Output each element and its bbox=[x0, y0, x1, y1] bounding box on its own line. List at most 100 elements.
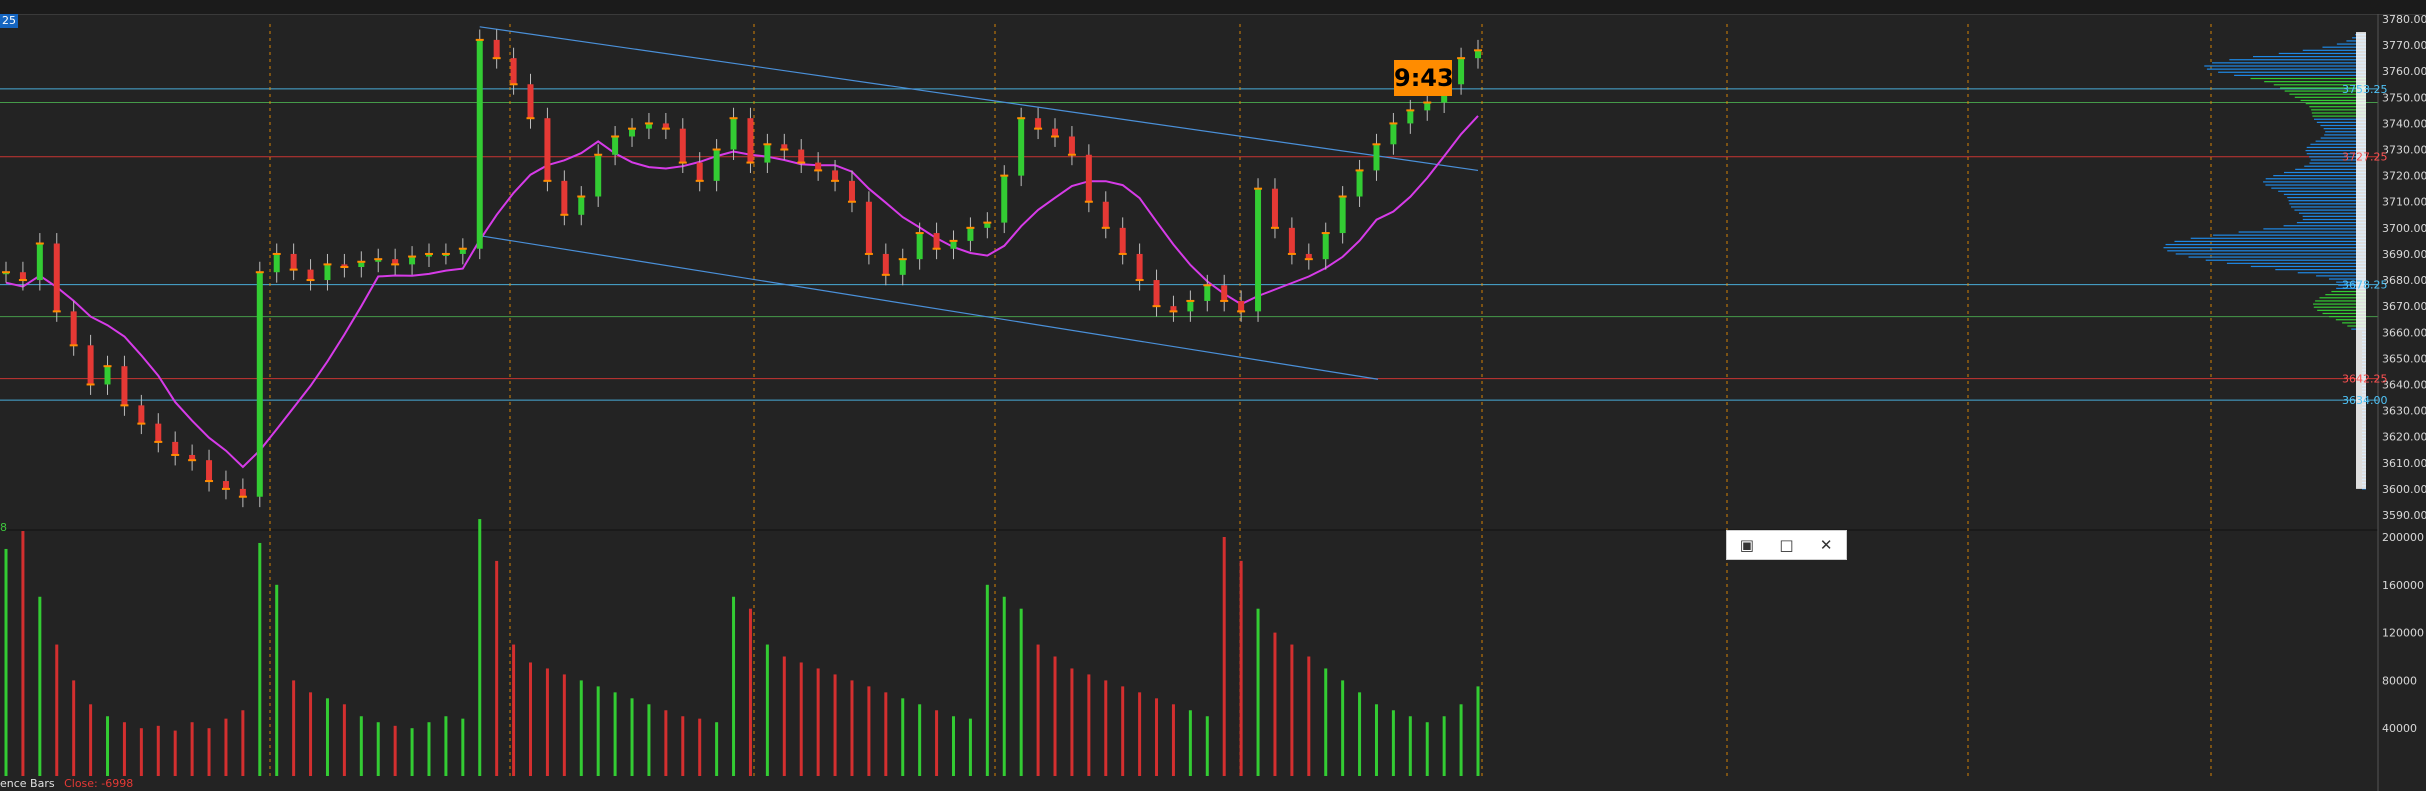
volume-bar bbox=[1425, 722, 1429, 776]
candle-close-tick bbox=[1355, 169, 1364, 172]
maximize-icon[interactable]: □ bbox=[1771, 536, 1801, 554]
price-tick-label: 3720.00 bbox=[2382, 170, 2426, 183]
candle-body bbox=[476, 39, 483, 249]
candle-body bbox=[1119, 227, 1126, 254]
volume-bar bbox=[816, 668, 820, 776]
volume-bar bbox=[1239, 560, 1243, 776]
volume-bar bbox=[72, 680, 76, 776]
volume-bar bbox=[1256, 608, 1260, 776]
volume-bar bbox=[106, 716, 110, 776]
level-price-label: 3678.25 bbox=[2342, 279, 2388, 292]
candle-close-tick bbox=[205, 480, 214, 483]
price-tick-label: 3760.00 bbox=[2382, 65, 2426, 78]
volume-bar bbox=[309, 692, 313, 776]
profile-row bbox=[2273, 175, 2366, 177]
volume-bar bbox=[1324, 668, 1328, 776]
candle-body bbox=[155, 423, 162, 442]
candle-body bbox=[561, 180, 568, 215]
volume-bar bbox=[985, 584, 989, 776]
candle-close-tick bbox=[2, 271, 10, 274]
candle-body bbox=[747, 118, 754, 163]
volume-bar bbox=[1273, 632, 1277, 776]
candle-close-tick bbox=[509, 83, 518, 86]
volume-bar bbox=[139, 728, 143, 776]
candle-body bbox=[1390, 123, 1397, 145]
volume-bar bbox=[325, 698, 329, 776]
profile-row bbox=[2265, 178, 2366, 180]
candle-close-tick bbox=[424, 252, 433, 255]
candle-body bbox=[527, 84, 534, 119]
restore-icon[interactable]: ▣ bbox=[1732, 536, 1762, 554]
price-tick-label: 3710.00 bbox=[2382, 196, 2426, 209]
volume-bar bbox=[512, 644, 516, 776]
volume-bar bbox=[478, 519, 482, 776]
profile-row bbox=[2263, 228, 2366, 230]
indicator-footer: ence Bars Close: -6998 bbox=[0, 776, 1200, 791]
candle-close-tick bbox=[238, 495, 247, 498]
indicator-close-value: Close: -6998 bbox=[64, 777, 134, 790]
candle bbox=[1304, 243, 1313, 270]
volume-bar bbox=[1138, 692, 1142, 776]
candle bbox=[932, 222, 941, 260]
candle bbox=[86, 334, 95, 395]
candle bbox=[611, 126, 620, 166]
candle bbox=[1237, 290, 1246, 322]
candle bbox=[949, 230, 958, 260]
candle bbox=[628, 118, 637, 147]
candle-close-tick bbox=[577, 195, 586, 198]
candle-body bbox=[1187, 300, 1194, 312]
candle-body bbox=[510, 58, 517, 85]
candle bbox=[746, 107, 755, 174]
candle-close-tick bbox=[1406, 109, 1415, 112]
candle-close-tick bbox=[831, 179, 840, 182]
price-tick-label: 3630.00 bbox=[2382, 405, 2426, 418]
volume-bar bbox=[410, 728, 414, 776]
candle bbox=[272, 243, 281, 283]
candle-body bbox=[595, 154, 602, 197]
candle-body bbox=[324, 264, 331, 281]
volume-bar bbox=[21, 531, 25, 776]
candle-body bbox=[1255, 188, 1262, 312]
candle-body bbox=[730, 118, 737, 150]
candle bbox=[1321, 222, 1330, 270]
candle-close-tick bbox=[188, 459, 197, 462]
volume-bar bbox=[190, 722, 194, 776]
close-icon[interactable]: ✕ bbox=[1811, 536, 1841, 554]
candle-close-tick bbox=[915, 232, 924, 235]
candle-close-tick bbox=[983, 221, 992, 224]
candle bbox=[238, 478, 247, 508]
candle-close-tick bbox=[357, 260, 366, 263]
volume-bar bbox=[1171, 704, 1175, 776]
volume-bar bbox=[1391, 710, 1395, 776]
candle bbox=[797, 139, 806, 174]
profile-row bbox=[2287, 196, 2366, 199]
candle bbox=[137, 394, 146, 435]
candle-close-tick bbox=[1017, 117, 1026, 120]
profile-row bbox=[2265, 184, 2366, 186]
candle-close-tick bbox=[847, 200, 856, 203]
profile-row bbox=[2226, 262, 2366, 264]
candle bbox=[983, 212, 992, 239]
candle bbox=[255, 261, 264, 508]
candle-close-tick bbox=[628, 127, 637, 130]
candle bbox=[171, 431, 180, 466]
candle-body bbox=[1322, 233, 1329, 260]
candle-body bbox=[1052, 128, 1059, 137]
candle bbox=[881, 243, 890, 286]
candle bbox=[120, 355, 129, 416]
candle-close-tick bbox=[272, 252, 281, 255]
candle-body bbox=[1424, 102, 1431, 111]
candle-body bbox=[1102, 201, 1109, 228]
candle-body bbox=[1204, 285, 1211, 301]
volume-bar bbox=[782, 656, 786, 776]
candle bbox=[103, 355, 112, 395]
profile-row bbox=[2283, 171, 2366, 174]
volume-bar bbox=[1053, 656, 1057, 776]
candle-close-tick bbox=[408, 255, 417, 258]
candle bbox=[1423, 92, 1432, 121]
volume-bar bbox=[1070, 668, 1074, 776]
candle bbox=[1474, 39, 1482, 69]
volume-bar bbox=[664, 710, 668, 776]
trend-line bbox=[479, 26, 1479, 172]
candle bbox=[966, 217, 975, 252]
